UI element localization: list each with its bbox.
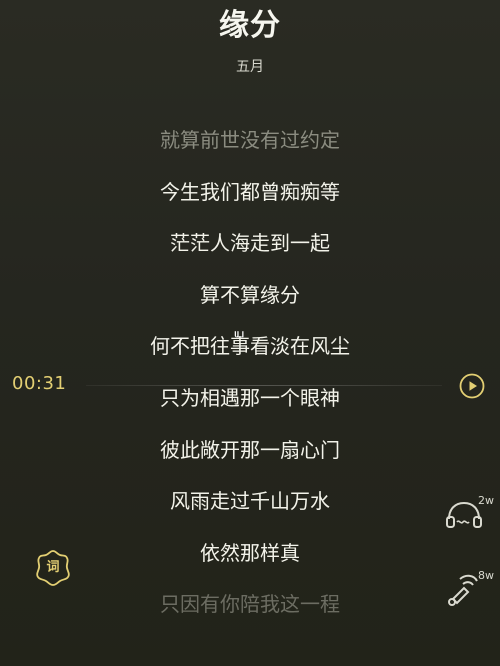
lyrics-list: 就算前世没有过约定 今生我们都曾痴痴等 茫茫人海走到一起 算不算缘分 何不把往事…: [0, 124, 500, 640]
play-button[interactable]: [459, 373, 485, 399]
lyric-line-current: 只为相遇那一个眼神: [160, 385, 340, 410]
lyric-line: 彼此敞开那一扇心门: [160, 437, 340, 462]
watermark: ய: [234, 326, 246, 340]
lyric-line: 茫茫人海走到一起: [170, 231, 330, 256]
current-time: 00:31: [12, 373, 67, 394]
headphones-effect-button[interactable]: 2w: [444, 494, 496, 534]
lyric-line: 就算前世没有过约定: [160, 128, 340, 152]
play-icon: [459, 373, 485, 399]
lyric-toggle-button[interactable]: 词: [33, 548, 73, 588]
lyric-button-label: 词: [46, 560, 60, 575]
speaker-effect-count: 8w: [478, 569, 494, 582]
lyric-line: 何不把往事看淡在风尘: [150, 334, 350, 359]
headphones-effect-count: 2w: [478, 494, 494, 507]
lyric-line: 依然那样真: [200, 540, 300, 565]
player-screen: 缘分 五月 就算前世没有过约定 今生我们都曾痴痴等 茫茫人海走到一起 算不算缘分…: [0, 0, 500, 666]
artist-name: 五月: [236, 59, 264, 75]
song-title: 缘分: [219, 8, 281, 43]
lyric-line: 今生我们都曾痴痴等: [160, 179, 340, 204]
lyric-line: 只因有你陪我这一程: [160, 592, 340, 617]
lyric-line: 算不算缘分: [200, 282, 300, 307]
speaker-effect-button[interactable]: 8w: [444, 569, 496, 609]
lyric-line: 风雨走过千山万水: [170, 489, 330, 514]
progress-line[interactable]: [86, 385, 442, 386]
